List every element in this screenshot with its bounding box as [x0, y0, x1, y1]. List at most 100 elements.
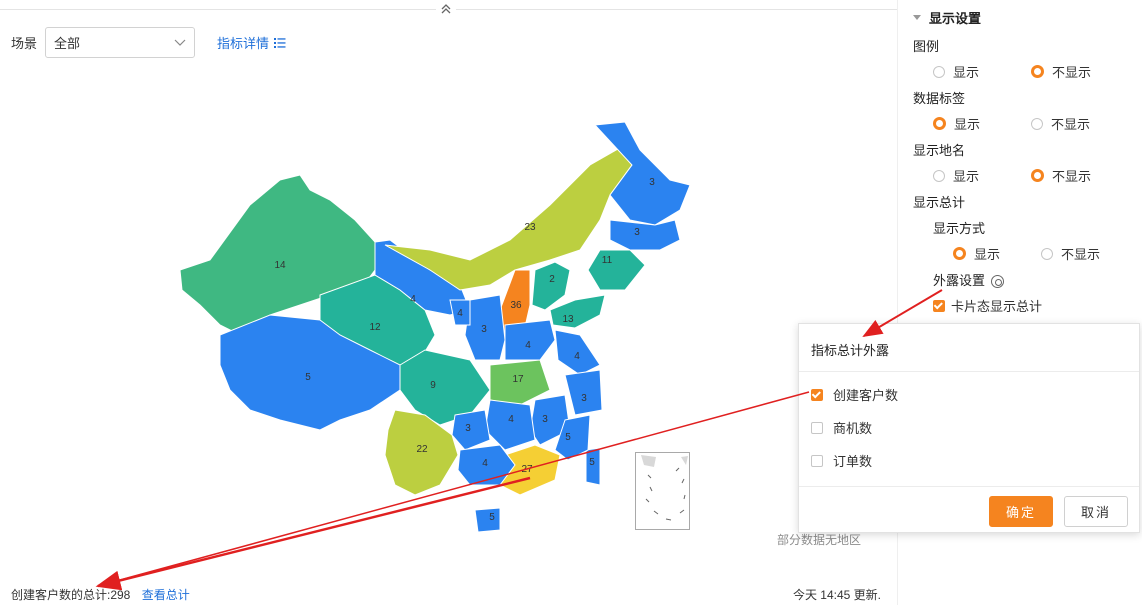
- map-value-label: 3: [542, 414, 548, 425]
- total-hide-radio[interactable]: 不显示: [1041, 244, 1100, 263]
- total-hide-label: 不显示: [1061, 247, 1101, 262]
- checkbox: [811, 454, 823, 467]
- map-value-label: 13: [562, 314, 574, 325]
- popup-title: 指标总计外露: [811, 343, 890, 358]
- place-names-show-radio[interactable]: 显示: [933, 166, 979, 185]
- map-value-label: 3: [581, 393, 587, 404]
- map-value-label: 3: [634, 227, 640, 238]
- legend-show-radio[interactable]: 显示: [933, 62, 979, 81]
- total-exposure-popup: 指标总计外露 创建客户数 商机数 订单数 确定 取消: [798, 323, 1140, 533]
- confirm-button[interactable]: 确定: [989, 496, 1053, 527]
- panel-header[interactable]: 显示设置: [913, 8, 981, 27]
- map-value-label: 36: [510, 300, 522, 311]
- radio-circle: [933, 65, 945, 78]
- scene-select[interactable]: 全部: [45, 27, 196, 58]
- caret-down-icon: [913, 15, 921, 20]
- panel-title: 显示设置: [929, 11, 982, 26]
- nodata-note: 部分数据无地区: [777, 533, 862, 547]
- radio-circle: [1041, 247, 1053, 260]
- radio-circle-selected: [933, 117, 946, 130]
- scene-label: 场景: [11, 36, 38, 51]
- map-value-label: 2: [549, 274, 555, 285]
- total-summary: 创建客户数的总计:298 查看总计: [11, 586, 190, 603]
- data-labels-show-label: 显示: [954, 117, 981, 132]
- map-value-label: 4: [482, 458, 488, 469]
- map-region-guizhou[interactable]: [451, 409, 491, 451]
- popup-divider: [799, 371, 1139, 372]
- collapse-button[interactable]: [436, 0, 456, 18]
- popup-item-label: 订单数: [833, 454, 873, 469]
- scene-select-value: 全部: [54, 36, 81, 51]
- map-value-label: 17: [512, 374, 524, 385]
- main-area: 场景 全部 指标详情 14 5 12 4 23 3 3 11 36 13 9 17 22 27 5 5 4 4 3 3…: [0, 0, 897, 605]
- chevron-down-icon: [174, 39, 186, 46]
- total-show-label: 显示: [974, 247, 1001, 262]
- map-value-label: 4: [574, 351, 580, 362]
- map-value-label: 3: [481, 324, 487, 335]
- map-value-label: 4: [457, 308, 463, 319]
- place-names-hide-label: 不显示: [1052, 169, 1092, 184]
- legend-hide-radio[interactable]: 不显示: [1031, 62, 1091, 81]
- popup-item-customers[interactable]: 创建客户数: [811, 385, 898, 404]
- checkbox-checked: [811, 388, 823, 401]
- place-names-show-label: 显示: [953, 169, 980, 184]
- legend-show-label: 显示: [953, 65, 980, 80]
- legend-hide-label: 不显示: [1052, 65, 1092, 80]
- show-total-label: 显示总计: [913, 195, 966, 210]
- data-labels-hide-radio[interactable]: 不显示: [1031, 114, 1090, 133]
- place-names-hide-radio[interactable]: 不显示: [1031, 166, 1091, 185]
- popup-item-orders[interactable]: 订单数: [811, 451, 872, 470]
- map-region-liaoning[interactable]: [587, 249, 646, 291]
- popup-item-label: 创建客户数: [833, 388, 899, 403]
- exposure-settings: 外露设置: [933, 270, 1005, 289]
- data-labels-show-radio[interactable]: 显示: [933, 114, 980, 133]
- map-region-hainan[interactable]: [474, 507, 501, 533]
- inset-map: [641, 455, 688, 521]
- card-total-label: 卡片态显示总计: [951, 299, 1043, 314]
- map-region-hunan[interactable]: [484, 399, 536, 451]
- map-value-label: 5: [305, 372, 311, 383]
- popup-item-opportunities[interactable]: 商机数: [811, 418, 872, 437]
- radio-circle-selected: [953, 247, 966, 260]
- checkbox: [811, 421, 823, 434]
- list-icon: [274, 37, 286, 48]
- map-value-label: 4: [410, 294, 416, 305]
- map-value-label: 22: [416, 444, 428, 455]
- double-chevron-up-icon: [441, 4, 451, 14]
- popup-item-label: 商机数: [833, 421, 873, 436]
- map-value-label: 5: [589, 457, 595, 468]
- cancel-button[interactable]: 取消: [1064, 496, 1128, 527]
- map-value-label: 4: [508, 414, 514, 425]
- indicator-detail-label: 指标详情: [217, 36, 270, 51]
- map-value-label: 3: [649, 177, 655, 188]
- map-value-label: 4: [525, 340, 531, 351]
- total-label: 创建客户数的总计:298: [11, 588, 131, 602]
- map-value-label: 27: [521, 464, 533, 475]
- popup-footer-divider: [799, 486, 1139, 487]
- view-total-link[interactable]: 查看总计: [142, 588, 190, 602]
- filter-row: 场景 全部 指标详情: [11, 27, 286, 58]
- place-names-label: 显示地名: [913, 143, 966, 158]
- map-value-label: 14: [274, 260, 286, 271]
- display-mode-label: 显示方式: [933, 221, 986, 236]
- card-total-checkbox[interactable]: 卡片态显示总计: [933, 296, 1042, 315]
- data-labels-hide-label: 不显示: [1051, 117, 1091, 132]
- map-value-label: 12: [369, 322, 381, 333]
- radio-circle-selected: [1031, 169, 1044, 182]
- map-value-label: 9: [430, 380, 436, 391]
- radio-circle: [1031, 117, 1043, 130]
- south-china-sea-inset: [635, 452, 690, 530]
- settings-gear-icon[interactable]: [991, 275, 1005, 289]
- map-value-label: 3: [465, 423, 471, 434]
- indicator-detail-link[interactable]: 指标详情: [217, 33, 286, 52]
- map-region-jilin[interactable]: [609, 219, 681, 251]
- legend-label: 图例: [913, 39, 940, 54]
- total-show-radio[interactable]: 显示: [953, 244, 1000, 263]
- map-value-label: 5: [565, 432, 571, 443]
- exposure-label: 外露设置: [933, 273, 986, 288]
- map-region-hebei[interactable]: [531, 261, 571, 311]
- map-value-label: 11: [602, 255, 613, 266]
- map-value-label: 23: [524, 222, 536, 233]
- map-value-label: 5: [489, 512, 495, 523]
- data-labels-label: 数据标签: [913, 91, 966, 106]
